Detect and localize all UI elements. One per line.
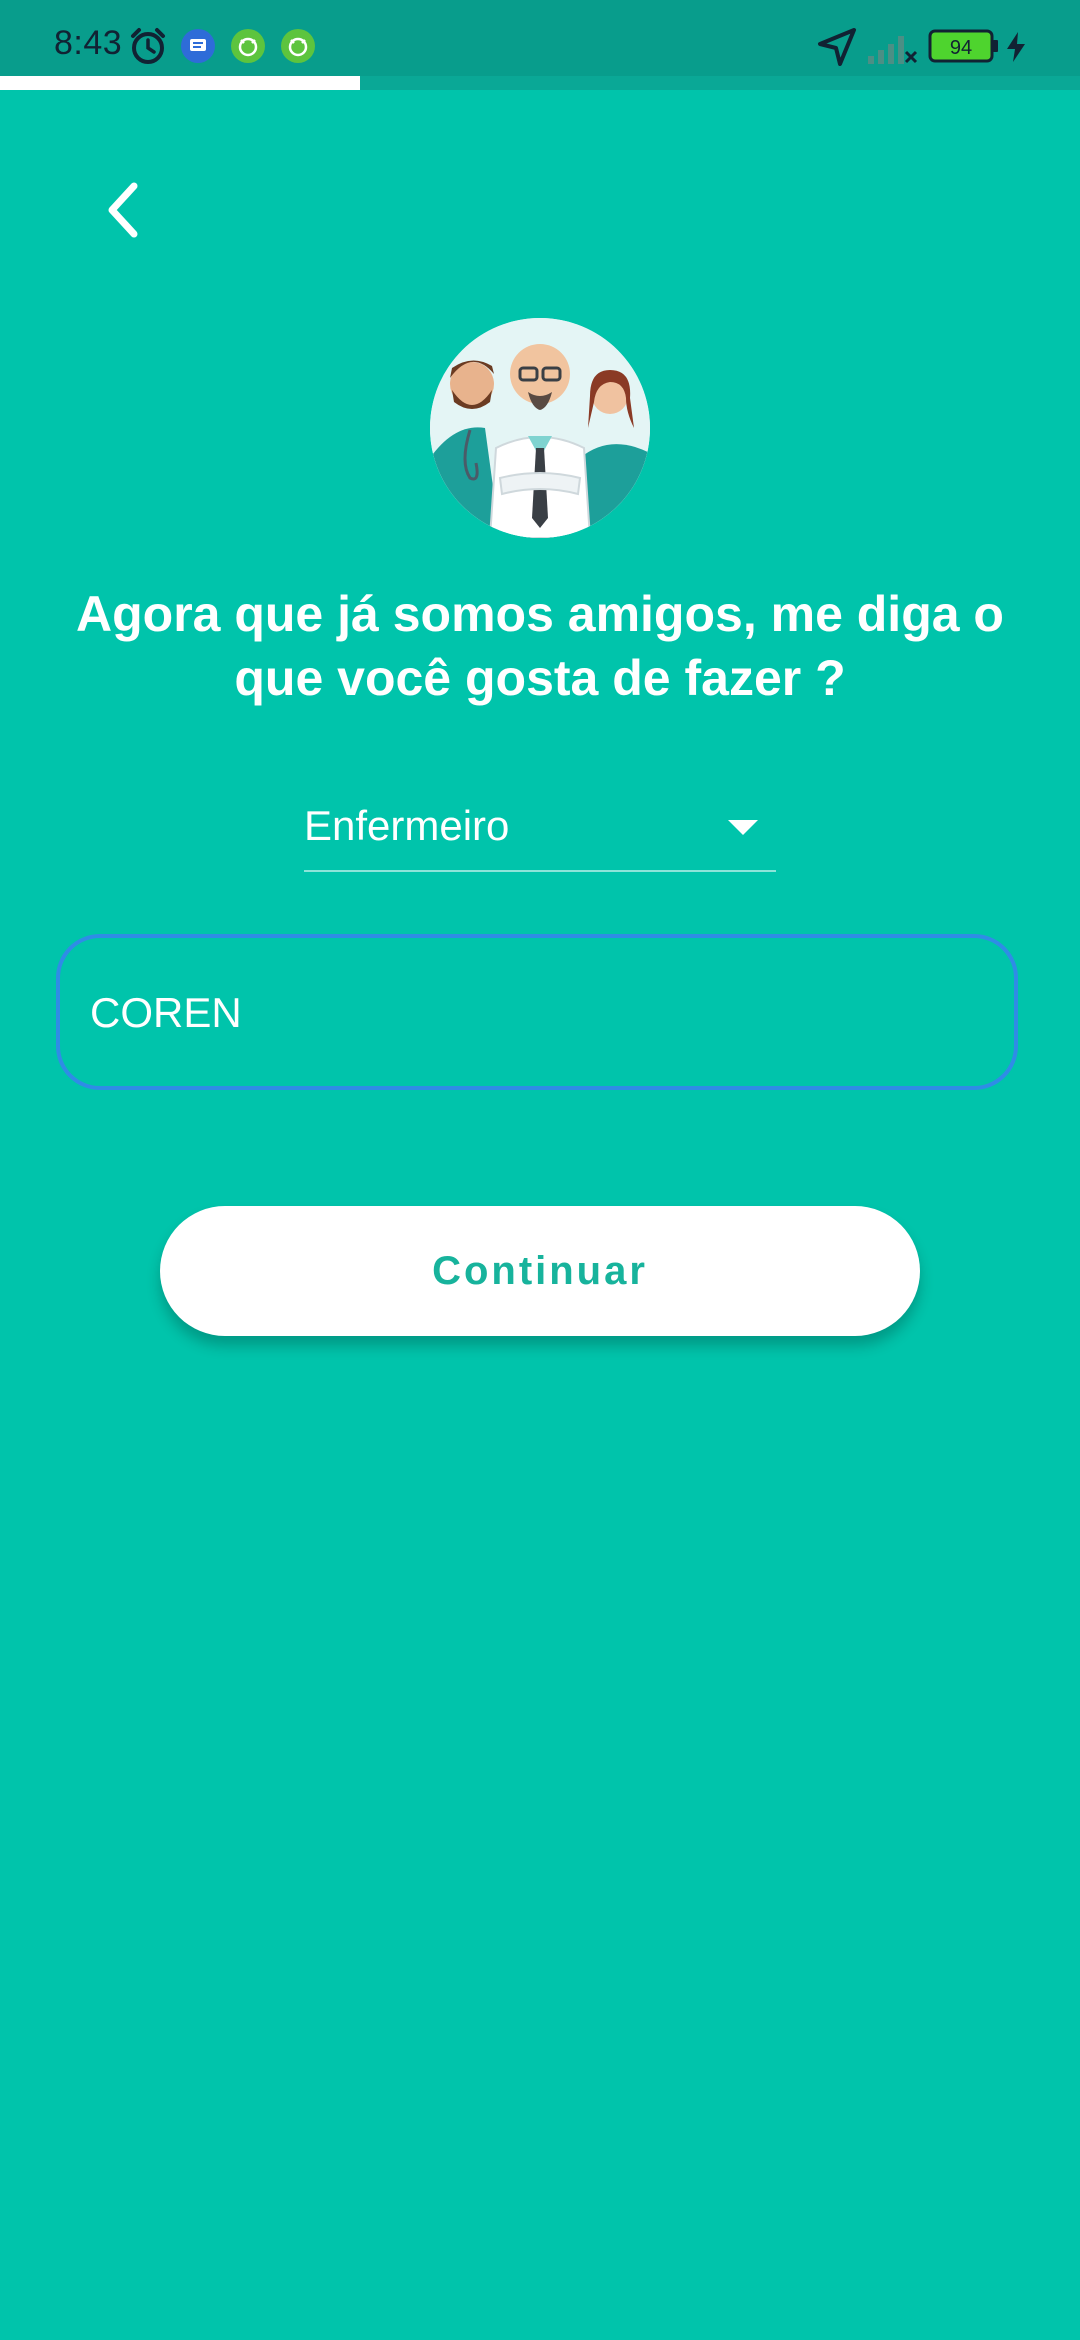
charging-icon [1004,30,1028,69]
battery-icon: 94 [928,28,1000,69]
coren-field[interactable] [56,934,1018,1090]
page-title: Agora que já somos amigos, me diga o que… [76,586,1004,706]
dropdown-caret-icon [728,820,758,835]
profession-selected-value: Enfermeiro [304,802,510,849]
profession-dropdown[interactable]: Enfermeiro [304,790,776,872]
back-button[interactable] [90,170,160,250]
continue-button[interactable]: Continuar [160,1206,920,1336]
status-bar: 8:43 94 [0,0,1080,76]
medical-team-illustration [430,318,650,538]
chevron-left-icon [108,182,138,238]
message-icon [180,28,216,69]
coren-input[interactable] [88,938,972,1088]
onboarding-progress-fill [0,76,360,90]
status-time: 8:43 [54,24,123,62]
onboarding-progress [0,76,1080,90]
battery-level: 94 [950,37,972,59]
app-notification-icon [230,28,266,69]
alarm-icon [128,26,168,71]
signal-icon [866,28,918,71]
location-arrow-icon [816,26,858,73]
app-notification-icon [280,28,316,69]
